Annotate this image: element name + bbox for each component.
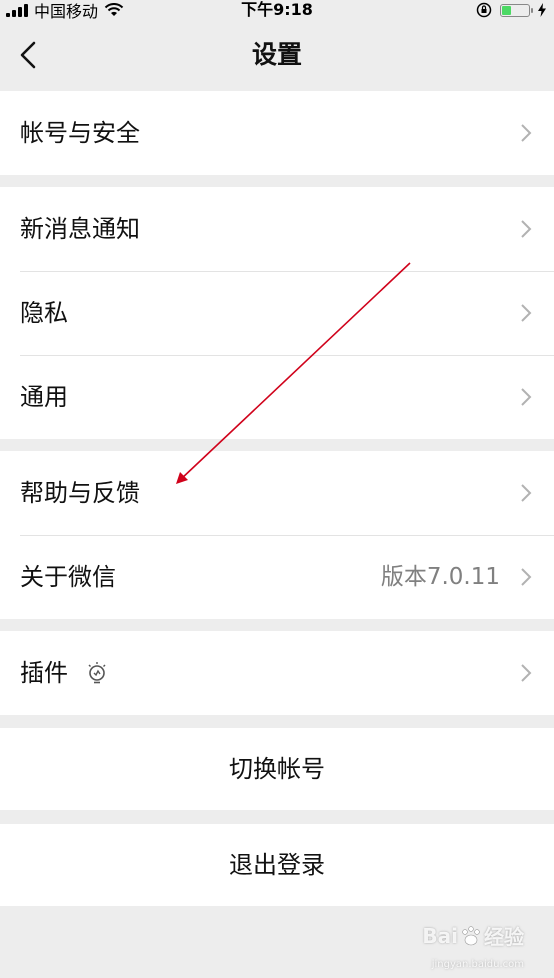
settings-row-notifications[interactable]: 新消息通知 [0, 187, 554, 271]
settings-row-account-security[interactable]: 帐号与安全 [0, 91, 554, 175]
chevron-right-icon [521, 484, 532, 502]
row-label: 新消息通知 [20, 215, 140, 243]
settings-group-plugins: 插件 [0, 631, 554, 715]
chevron-right-icon [521, 304, 532, 322]
paw-icon [462, 925, 480, 945]
battery-icon [500, 3, 533, 17]
lightbulb-icon [88, 662, 106, 684]
settings-row-general[interactable]: 通用 [0, 355, 554, 439]
charging-icon [538, 3, 546, 17]
status-bar: 中国移动 下午9:18 [0, 0, 554, 21]
status-time: 下午9:18 [241, 0, 313, 19]
version-value: 版本7.0.11 [380, 564, 500, 590]
settings-group-help: 帮助与反馈 关于微信 版本7.0.11 [0, 451, 554, 619]
row-label: 隐私 [20, 299, 68, 327]
page-title: 设置 [251, 40, 302, 69]
watermark-suffix: 经验 [484, 925, 524, 949]
status-right [476, 0, 546, 20]
watermark-logo: Bai 经验 [422, 921, 524, 950]
chevron-right-icon [521, 568, 532, 586]
chevron-right-icon [521, 220, 532, 238]
nav-bar: 设置 [0, 20, 554, 90]
settings-group-general: 新消息通知 隐私 通用 [0, 187, 554, 439]
orientation-lock-icon [476, 2, 492, 18]
settings-row-privacy[interactable]: 隐私 [0, 271, 554, 355]
row-label: 帮助与反馈 [20, 479, 140, 507]
switch-account-group: 切换帐号 [0, 728, 554, 810]
row-label: 帐号与安全 [20, 119, 140, 147]
logout-group: 退出登录 [0, 824, 554, 906]
row-label: 关于微信 [20, 563, 116, 591]
logout-button[interactable]: 退出登录 [0, 824, 554, 906]
settings-row-plugins[interactable]: 插件 [0, 631, 554, 715]
chevron-right-icon [521, 388, 532, 406]
watermark-url: jingyan.baidu.com [431, 959, 524, 970]
settings-row-about[interactable]: 关于微信 版本7.0.11 [0, 535, 554, 619]
watermark-brand: Bai [422, 923, 458, 948]
settings-group-account: 帐号与安全 [0, 91, 554, 175]
chevron-right-icon [521, 124, 532, 142]
chevron-right-icon [521, 664, 532, 682]
row-label: 插件 [20, 659, 68, 687]
settings-row-help-feedback[interactable]: 帮助与反馈 [0, 451, 554, 535]
switch-account-button[interactable]: 切换帐号 [0, 728, 554, 810]
row-label: 通用 [20, 383, 68, 411]
